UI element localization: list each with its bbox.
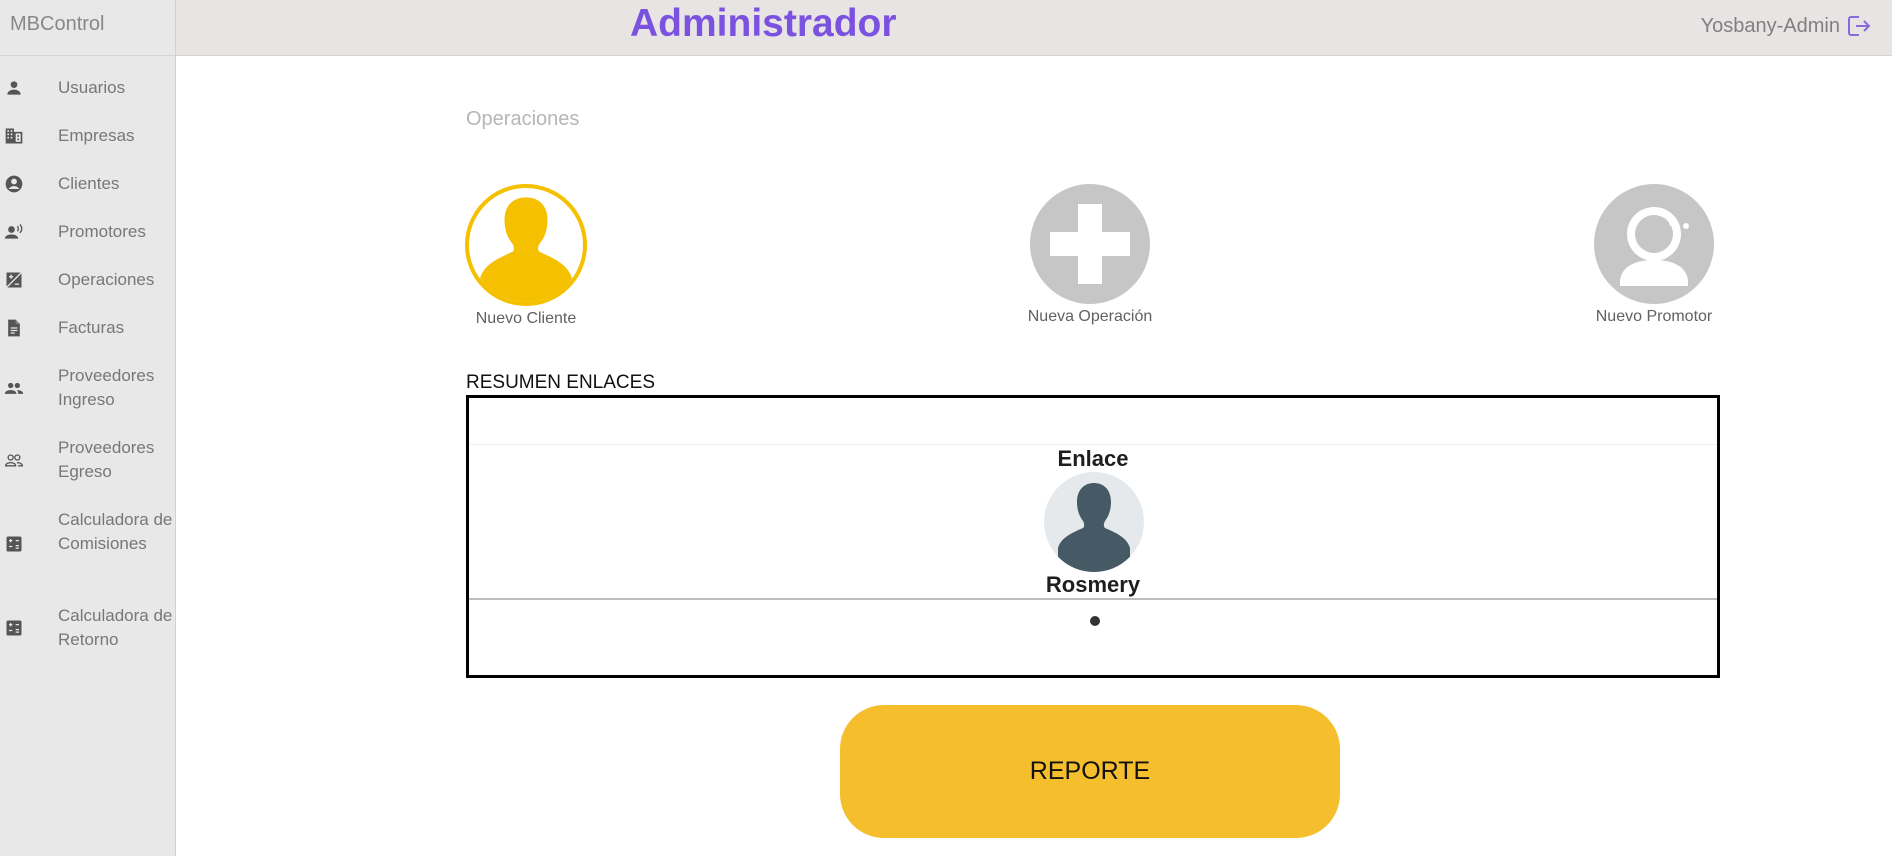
calculator-icon: [6, 620, 22, 636]
sidebar-item-label: Operaciones: [58, 270, 155, 289]
building-icon: [5, 128, 23, 144]
sidebar-item-label: Proveedores Egreso: [58, 438, 155, 481]
exposure-icon: [6, 272, 22, 288]
sidebar-item-label: Clientes: [58, 174, 120, 193]
sidebar-item-proveedores-ingreso[interactable]: Proveedores Ingreso: [0, 364, 176, 412]
astronaut-icon: [1594, 184, 1714, 304]
report-button[interactable]: REPORTE: [840, 705, 1340, 838]
summary-title: RESUMEN ENLACES: [466, 372, 655, 393]
summary-carousel: Enlace Rosmery: [466, 395, 1720, 678]
shortcut-label: Nuevo Promotor: [1595, 308, 1713, 325]
person-icon: [7, 81, 21, 95]
user-name: Yosbany-Admin: [1700, 14, 1840, 37]
document-icon: [8, 319, 20, 337]
user-menu[interactable]: Yosbany-Admin: [1701, 12, 1872, 40]
sidebar-item-promotores[interactable]: Promotores: [0, 220, 146, 244]
enlace-name: Rosmery: [1045, 572, 1141, 597]
nueva-operacion-button[interactable]: Nueva Operación: [1020, 184, 1160, 326]
page-title: Administrador: [630, 2, 897, 45]
sidebar-item-usuarios[interactable]: Usuarios: [0, 76, 125, 100]
account-circle-icon: [5, 175, 23, 193]
app: MBControl Usuarios Empresas Clientes Pro…: [0, 0, 1892, 856]
sidebar-item-label: Usuarios: [58, 78, 126, 97]
sidebar-item-empresas[interactable]: Empresas: [0, 124, 135, 148]
sidebar-item-label: Empresas: [58, 126, 135, 145]
section-title: Operaciones: [466, 108, 580, 130]
group-outline-icon: [4, 454, 24, 467]
sidebar-item-label: Promotores: [58, 222, 146, 241]
enlace-label: Enlace: [1057, 446, 1129, 471]
plus-icon: [1030, 184, 1150, 304]
record-voice-icon: [4, 223, 23, 239]
sidebar-item-calculadora-retorno[interactable]: Calculadora de Retorno: [0, 604, 176, 652]
carousel-indicator[interactable]: [1090, 616, 1100, 626]
enlace-avatar[interactable]: [1044, 472, 1144, 572]
nuevo-cliente-button[interactable]: Nuevo Cliente: [456, 184, 596, 328]
brand-logo[interactable]: MBControl: [0, 0, 175, 56]
sidebar-item-label: Facturas: [58, 318, 125, 337]
sidebar-item-operaciones[interactable]: Operaciones: [0, 268, 154, 292]
group-icon: [4, 382, 24, 394]
sidebar-item-facturas[interactable]: Facturas: [0, 316, 124, 340]
shortcut-label: Nuevo Cliente: [475, 310, 577, 327]
sidebar-item-label: Calculadora de Retorno: [58, 606, 173, 649]
sidebar-item-calculadora-comisiones[interactable]: Calculadora de Comisiones: [0, 508, 176, 556]
nuevo-promotor-button[interactable]: Nuevo Promotor: [1584, 184, 1724, 326]
sidebar-item-clientes[interactable]: Clientes: [0, 172, 119, 196]
sidebar-item-proveedores-egreso[interactable]: Proveedores Egreso: [0, 436, 176, 484]
logout-icon[interactable]: [1844, 12, 1872, 40]
divider: [469, 598, 1717, 600]
person-silhouette-icon: [1058, 483, 1130, 572]
top-header: Administrador Yosbany-Admin: [176, 0, 1892, 56]
sidebar-item-label: Calculadora de Comisiones: [58, 510, 173, 553]
person-silhouette-icon: [465, 184, 587, 306]
calculator-icon: [6, 536, 22, 552]
sidebar: MBControl Usuarios Empresas Clientes Pro…: [0, 0, 176, 856]
shortcut-label: Nueva Operación: [1027, 308, 1153, 325]
summary-header-band: [469, 398, 1717, 445]
sidebar-item-label: Proveedores Ingreso: [58, 366, 155, 409]
